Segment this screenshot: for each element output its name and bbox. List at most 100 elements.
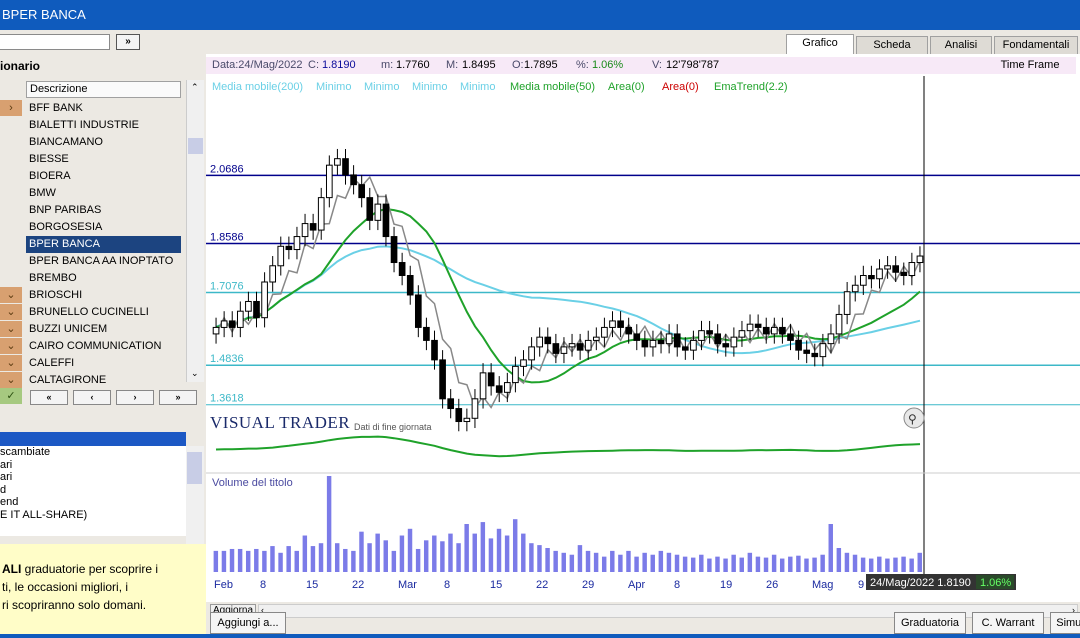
chevron-down-icon[interactable]: ⌄ xyxy=(0,321,22,337)
chevron-right-icon[interactable]: › xyxy=(0,100,22,116)
list-item[interactable]: BIESSE xyxy=(26,151,181,168)
volume-bar xyxy=(286,546,291,572)
volume-bar xyxy=(326,476,332,572)
cwarrant-button[interactable]: C. Warrant xyxy=(972,612,1044,634)
list-item[interactable]: BIANCAMANO xyxy=(26,134,181,151)
list-header-description[interactable]: Descrizione xyxy=(26,81,181,98)
tag-icon[interactable]: ⚲ xyxy=(903,407,925,429)
list-item[interactable]: CAIRO COMMUNICATION xyxy=(26,338,181,355)
candle xyxy=(657,339,665,345)
list-label: ionario xyxy=(0,59,41,73)
chevron-down-icon[interactable]: ⌄ xyxy=(0,304,22,320)
volume-bar xyxy=(682,556,688,572)
candle xyxy=(892,265,900,273)
candle xyxy=(471,398,479,419)
volume-bar xyxy=(334,543,340,572)
candle xyxy=(730,336,738,348)
volume-bar xyxy=(245,550,251,572)
volume-bar xyxy=(820,554,825,572)
volume-bar xyxy=(723,558,728,572)
volume-bar xyxy=(739,557,744,572)
chevron-down-icon[interactable]: ⌄ xyxy=(0,372,22,388)
tab-bar: Grafico Scheda Analisi Fondamentali xyxy=(206,30,1080,54)
x-tick-label: Mag xyxy=(812,579,833,591)
candle xyxy=(544,336,552,345)
nav-next-button[interactable]: › xyxy=(116,390,154,405)
list-item[interactable]: CALEFFI xyxy=(26,355,181,372)
volume-bar xyxy=(860,557,866,572)
list-item[interactable]: BNP PARIBAS xyxy=(26,202,181,219)
candle xyxy=(795,339,802,351)
candle xyxy=(528,346,535,361)
x-tick-label: 15 xyxy=(490,579,502,591)
info-scrollbar[interactable] xyxy=(186,446,204,556)
list-item[interactable]: BPER BANCA AA INOPTATO xyxy=(26,253,181,270)
volume-bar xyxy=(699,554,704,572)
volume-bar xyxy=(480,522,486,572)
list-scrollbar[interactable]: ⌃ ⌄ xyxy=(186,80,204,382)
volume-bar xyxy=(448,533,453,572)
nav-first-button[interactable]: « xyxy=(30,390,68,405)
search-input[interactable] xyxy=(0,34,110,50)
list-item[interactable]: BMW xyxy=(26,185,181,202)
aggiungi-button[interactable]: Aggiungi a... xyxy=(210,612,286,634)
candle xyxy=(673,333,681,348)
candle xyxy=(827,333,835,345)
chevron-down-icon[interactable]: ⌄ xyxy=(0,287,22,303)
x-tick-label: 29 xyxy=(582,579,594,591)
legend-item: EmaTrend(2.2) xyxy=(714,81,788,93)
list-item[interactable]: BUZZI UNICEM xyxy=(26,321,181,338)
volume-bar xyxy=(707,558,712,572)
list-item[interactable]: BORGOSESIA xyxy=(26,219,181,236)
scroll-down-icon[interactable]: ⌄ xyxy=(191,368,199,379)
chart-pane: Grafico Scheda Analisi Fondamentali Data… xyxy=(206,30,1080,638)
level-label: 2.0686 xyxy=(210,163,244,175)
candle xyxy=(835,313,843,335)
scroll-thumb[interactable] xyxy=(187,452,202,484)
search-go-button[interactable]: » xyxy=(116,34,140,50)
list-item[interactable]: BFF BANK xyxy=(26,100,181,117)
nav-last-button[interactable]: » xyxy=(159,390,197,405)
volume-bar xyxy=(496,528,502,572)
volume-bar xyxy=(254,548,259,572)
legend-item: Media mobile(50) xyxy=(510,81,595,93)
nav-prev-button[interactable]: ‹ xyxy=(73,390,111,405)
list-item[interactable]: BIOERA xyxy=(26,168,181,185)
volume-bar xyxy=(593,552,599,572)
info-list: scambiate ari ari d end E IT ALL-SHARE) xyxy=(0,446,186,536)
legend-item: Media mobile(200) xyxy=(212,81,303,93)
candle xyxy=(447,398,455,410)
list-item[interactable]: BREMBO xyxy=(26,270,181,287)
candle xyxy=(868,275,875,280)
list-item[interactable]: BRUNELLO CUCINELLI xyxy=(26,304,181,321)
volume-bar xyxy=(318,543,324,572)
volume-bar xyxy=(763,557,769,572)
candle xyxy=(479,372,487,400)
time-frame-button[interactable]: Time Frame xyxy=(988,57,1072,74)
tab-scheda[interactable]: Scheda xyxy=(856,36,928,54)
list-item[interactable]: BRIOSCHI xyxy=(26,287,181,304)
simul-button[interactable]: Simul xyxy=(1050,612,1080,634)
chevron-down-icon[interactable]: ⌄ xyxy=(0,338,22,354)
list-item[interactable]: BPER BANCA xyxy=(26,236,181,253)
tab-grafico[interactable]: Grafico xyxy=(786,34,854,54)
chevron-down-icon[interactable]: ⌄ xyxy=(0,355,22,371)
tab-analisi[interactable]: Analisi xyxy=(930,36,992,54)
price-chart[interactable]: Media mobile(200) Minimo Minimo Minimo Minim… xyxy=(206,76,1080,604)
list-item[interactable]: CALTAGIRONE xyxy=(26,372,181,389)
candle xyxy=(253,300,260,319)
max-label: M: xyxy=(446,59,459,71)
check-icon[interactable]: ✓ xyxy=(0,388,22,404)
level-label: 1.8586 xyxy=(210,232,244,244)
tab-fondamentali[interactable]: Fondamentali xyxy=(994,36,1078,54)
x-tick-label: Feb xyxy=(214,579,233,591)
volume-bar xyxy=(796,555,801,572)
volume-bar xyxy=(610,550,615,572)
scroll-up-icon[interactable]: ⌃ xyxy=(191,82,199,93)
volume-bar xyxy=(877,556,882,572)
x-tick-label: Apr xyxy=(628,579,645,591)
scroll-thumb[interactable] xyxy=(188,138,203,154)
list-item[interactable]: BIALETTI INDUSTRIE xyxy=(26,117,181,134)
graduatoria-button[interactable]: Graduatoria xyxy=(894,612,966,634)
volume-bar xyxy=(569,554,575,572)
